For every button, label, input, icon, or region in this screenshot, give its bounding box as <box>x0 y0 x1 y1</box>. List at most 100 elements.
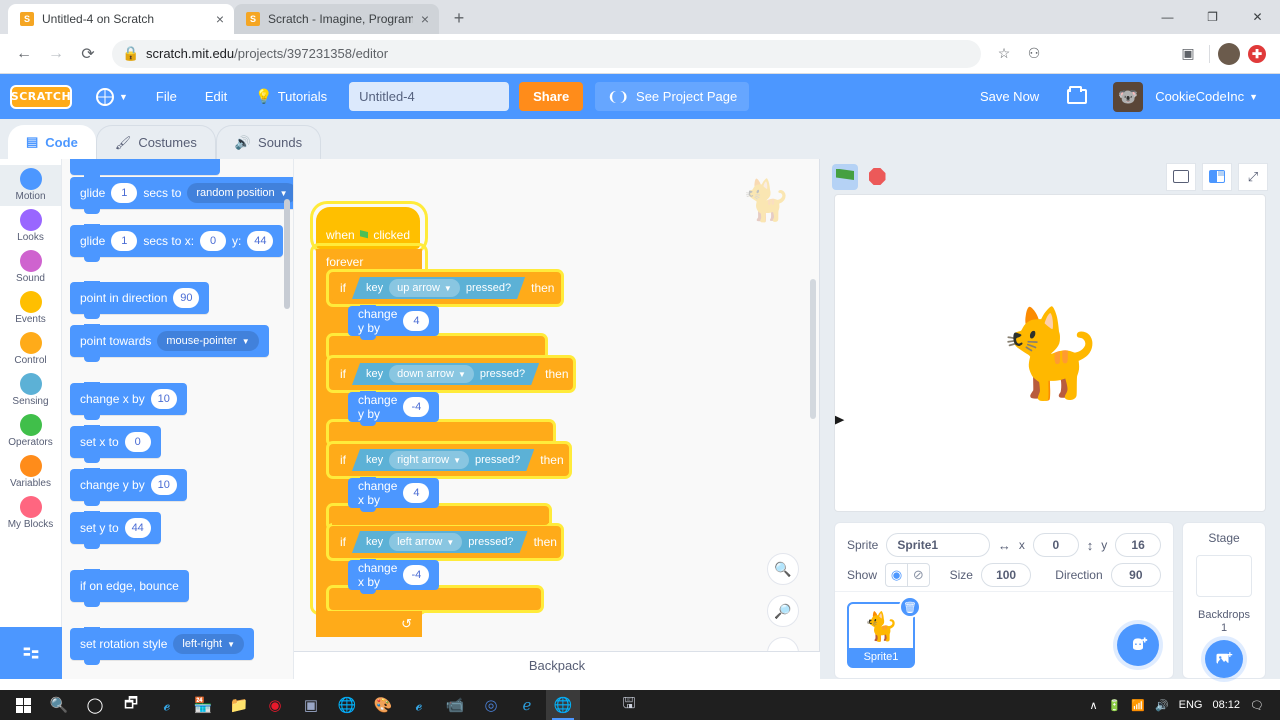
add-extension-button[interactable] <box>0 627 62 679</box>
file-menu[interactable]: File <box>144 74 189 119</box>
block-number-input[interactable]: 10 <box>150 475 177 495</box>
window-close-button[interactable]: ✕ <box>1235 0 1280 34</box>
size-input[interactable]: 100 <box>980 563 1032 587</box>
stop-button[interactable] <box>864 164 890 190</box>
block-forever[interactable]: forever if key up arrow ▼ pressed? then … <box>316 249 573 637</box>
minimize-button[interactable]: — <box>1145 0 1190 34</box>
reload-icon[interactable]: ⟳ <box>74 40 102 68</box>
taskbar-camera[interactable]: 📹 <box>438 690 472 720</box>
fullscreen-button[interactable]: ⤢ <box>1238 162 1268 191</box>
tutorials-menu[interactable]: 💡 Tutorials <box>243 74 339 119</box>
zoom-out-button[interactable]: 🔎 <box>767 595 799 627</box>
block-dropdown[interactable]: left arrow ▼ <box>389 533 462 551</box>
block-number-input[interactable]: -4 <box>403 565 430 585</box>
taskbar-explorer[interactable]: 📁 <box>222 690 256 720</box>
tab-costumes[interactable]: 🖌 Costumes <box>95 125 216 159</box>
palette-block-change-x-by[interactable]: change x by 10 <box>70 382 187 420</box>
taskbar-edge-1[interactable]: ◎ <box>474 690 508 720</box>
back-icon[interactable]: ← <box>10 40 38 68</box>
palette-block-change-y-by[interactable]: change y by 10 <box>70 468 187 506</box>
project-title-input[interactable]: Untitled-4 <box>349 82 510 111</box>
taskbar-chrome-1[interactable]: 🌐 <box>330 690 364 720</box>
palette-block-point-in-direction[interactable]: point in direction 90 <box>70 281 210 319</box>
block-key-pressed-0[interactable]: key up arrow ▼ pressed? <box>352 277 525 299</box>
taskbar-chrome-2[interactable]: 🌐 <box>546 690 580 720</box>
maximize-button[interactable]: ❐ <box>1190 0 1235 34</box>
volume-icon[interactable]: 🔊 <box>1155 699 1169 712</box>
taskbar-ie-2[interactable]: 𝓮 <box>402 690 436 720</box>
profile-avatar-icon[interactable] <box>1218 42 1240 65</box>
forward-icon[interactable]: → <box>42 40 70 68</box>
cortana-button[interactable]: ◯ <box>78 690 112 720</box>
tray-chevron-icon[interactable]: ∧ <box>1089 699 1097 712</box>
show-visible-button[interactable]: ◉ <box>886 564 907 586</box>
palette-block-set-x-to[interactable]: set x to 0 <box>70 425 161 463</box>
palette-block-glide-xy[interactable]: glide 1 secs to x: 0 y: 44 <box>70 224 284 262</box>
taskbar-recorder[interactable]: ▣ <box>294 690 328 720</box>
block-number-input[interactable]: 10 <box>150 389 177 409</box>
block-if-then-2[interactable]: if key right arrow ▼ pressed? then chang… <box>329 444 569 529</box>
share-button[interactable]: Share <box>519 82 584 111</box>
direction-input[interactable]: 90 <box>1110 563 1161 587</box>
block-change-y-by-0[interactable]: change y by 4 <box>348 305 440 340</box>
search-button[interactable]: 🔍 <box>42 690 76 720</box>
adblock-icon[interactable]: ✚ <box>1244 41 1270 67</box>
cast-icon[interactable]: ▣ <box>1175 41 1201 67</box>
taskbar-paint[interactable]: 🎨 <box>366 690 400 720</box>
palette-block-set-y-to[interactable]: set y to 44 <box>70 511 161 549</box>
sidebar-item-operators[interactable]: Operators <box>0 411 61 452</box>
sidebar-item-motion[interactable]: Motion <box>0 165 61 206</box>
script-stack[interactable]: when clicked forever if key up arrow ▼ p… <box>316 207 573 637</box>
block-number-input[interactable]: 1 <box>111 183 138 203</box>
taskbar-ie[interactable]: 𝓮 <box>150 690 184 720</box>
block-dropdown[interactable]: mouse-pointer ▼ <box>157 331 259 351</box>
add-sprite-button[interactable] <box>1117 624 1159 666</box>
block-if-then-3[interactable]: if key left arrow ▼ pressed? then change… <box>329 526 561 611</box>
browser-tab-0[interactable]: S Untitled-4 on Scratch × <box>8 4 234 34</box>
palette-scrollbar[interactable] <box>284 199 290 309</box>
sidebar-item-looks[interactable]: Looks <box>0 206 61 247</box>
sprite-card-sprite1[interactable]: 🐈 Sprite1 🗑 <box>847 596 921 668</box>
block-key-pressed-2[interactable]: key right arrow ▼ pressed? <box>352 449 534 471</box>
block-dropdown[interactable]: down arrow ▼ <box>389 365 474 383</box>
palette-block-partial[interactable] <box>70 159 220 180</box>
block-dropdown[interactable]: up arrow ▼ <box>389 279 460 297</box>
code-workspace[interactable]: 🐈 when clicked forever if key up arrow ▼… <box>294 159 820 679</box>
add-backdrop-button[interactable] <box>1205 640 1243 678</box>
tab-code[interactable]: ▤ Code <box>8 125 96 159</box>
sprite-name-input[interactable]: Sprite1 <box>886 533 990 557</box>
palette-block-set-rotation-style[interactable]: set rotation style left-right ▼ <box>70 627 255 665</box>
avatar[interactable]: 🐨 <box>1113 81 1144 112</box>
delete-sprite-button[interactable]: 🗑 <box>899 596 921 618</box>
block-palette[interactable]: glide 1 secs to random position ▼ glide 1… <box>62 159 294 679</box>
block-dropdown[interactable]: right arrow ▼ <box>389 451 469 469</box>
block-number-input[interactable]: 0 <box>124 432 151 452</box>
see-project-page-button[interactable]: ❨❩ See Project Page <box>595 82 750 111</box>
close-icon[interactable]: × <box>421 12 429 26</box>
sidebar-item-variables[interactable]: Variables <box>0 452 61 493</box>
taskbar-edge-2[interactable]: ℯ <box>510 690 544 720</box>
taskbar-opera[interactable]: ◉ <box>258 690 292 720</box>
block-number-input[interactable]: 44 <box>247 231 274 251</box>
taskbar-media[interactable]: 🖫 <box>612 690 646 720</box>
block-number-input[interactable]: 44 <box>124 518 151 538</box>
block-when-flag-clicked[interactable]: when clicked <box>316 207 420 249</box>
close-icon[interactable]: × <box>216 12 224 26</box>
clock[interactable]: 08:12 <box>1213 699 1241 711</box>
block-if-then-1[interactable]: if key down arrow ▼ pressed? then change… <box>329 358 573 447</box>
large-stage-button[interactable] <box>1202 162 1232 191</box>
account-menu[interactable]: CookieCodeInc ▼ <box>1155 74 1270 119</box>
tab-sounds[interactable]: 🔊 Sounds <box>215 125 322 159</box>
sidebar-item-sensing[interactable]: Sensing <box>0 370 61 411</box>
task-view-button[interactable]: 🗗 <box>114 690 148 720</box>
sidebar-item-control[interactable]: Control <box>0 329 61 370</box>
palette-block-point-towards[interactable]: point towards mouse-pointer ▼ <box>70 324 269 362</box>
language-menu[interactable]: ▼ <box>84 74 140 119</box>
stage-canvas[interactable]: 🐈 ➤ <box>834 194 1266 512</box>
bookmark-star-icon[interactable]: ☆ <box>991 41 1017 67</box>
block-key-pressed-1[interactable]: key down arrow ▼ pressed? <box>352 363 539 385</box>
browser-tab-1[interactable]: S Scratch - Imagine, Program, Shar × <box>234 4 439 34</box>
palette-block-if-on-edge-bounce[interactable]: if on edge, bounce <box>70 569 189 607</box>
wifi-icon[interactable]: 📶 <box>1131 699 1145 712</box>
block-key-pressed-3[interactable]: key left arrow ▼ pressed? <box>352 531 528 553</box>
